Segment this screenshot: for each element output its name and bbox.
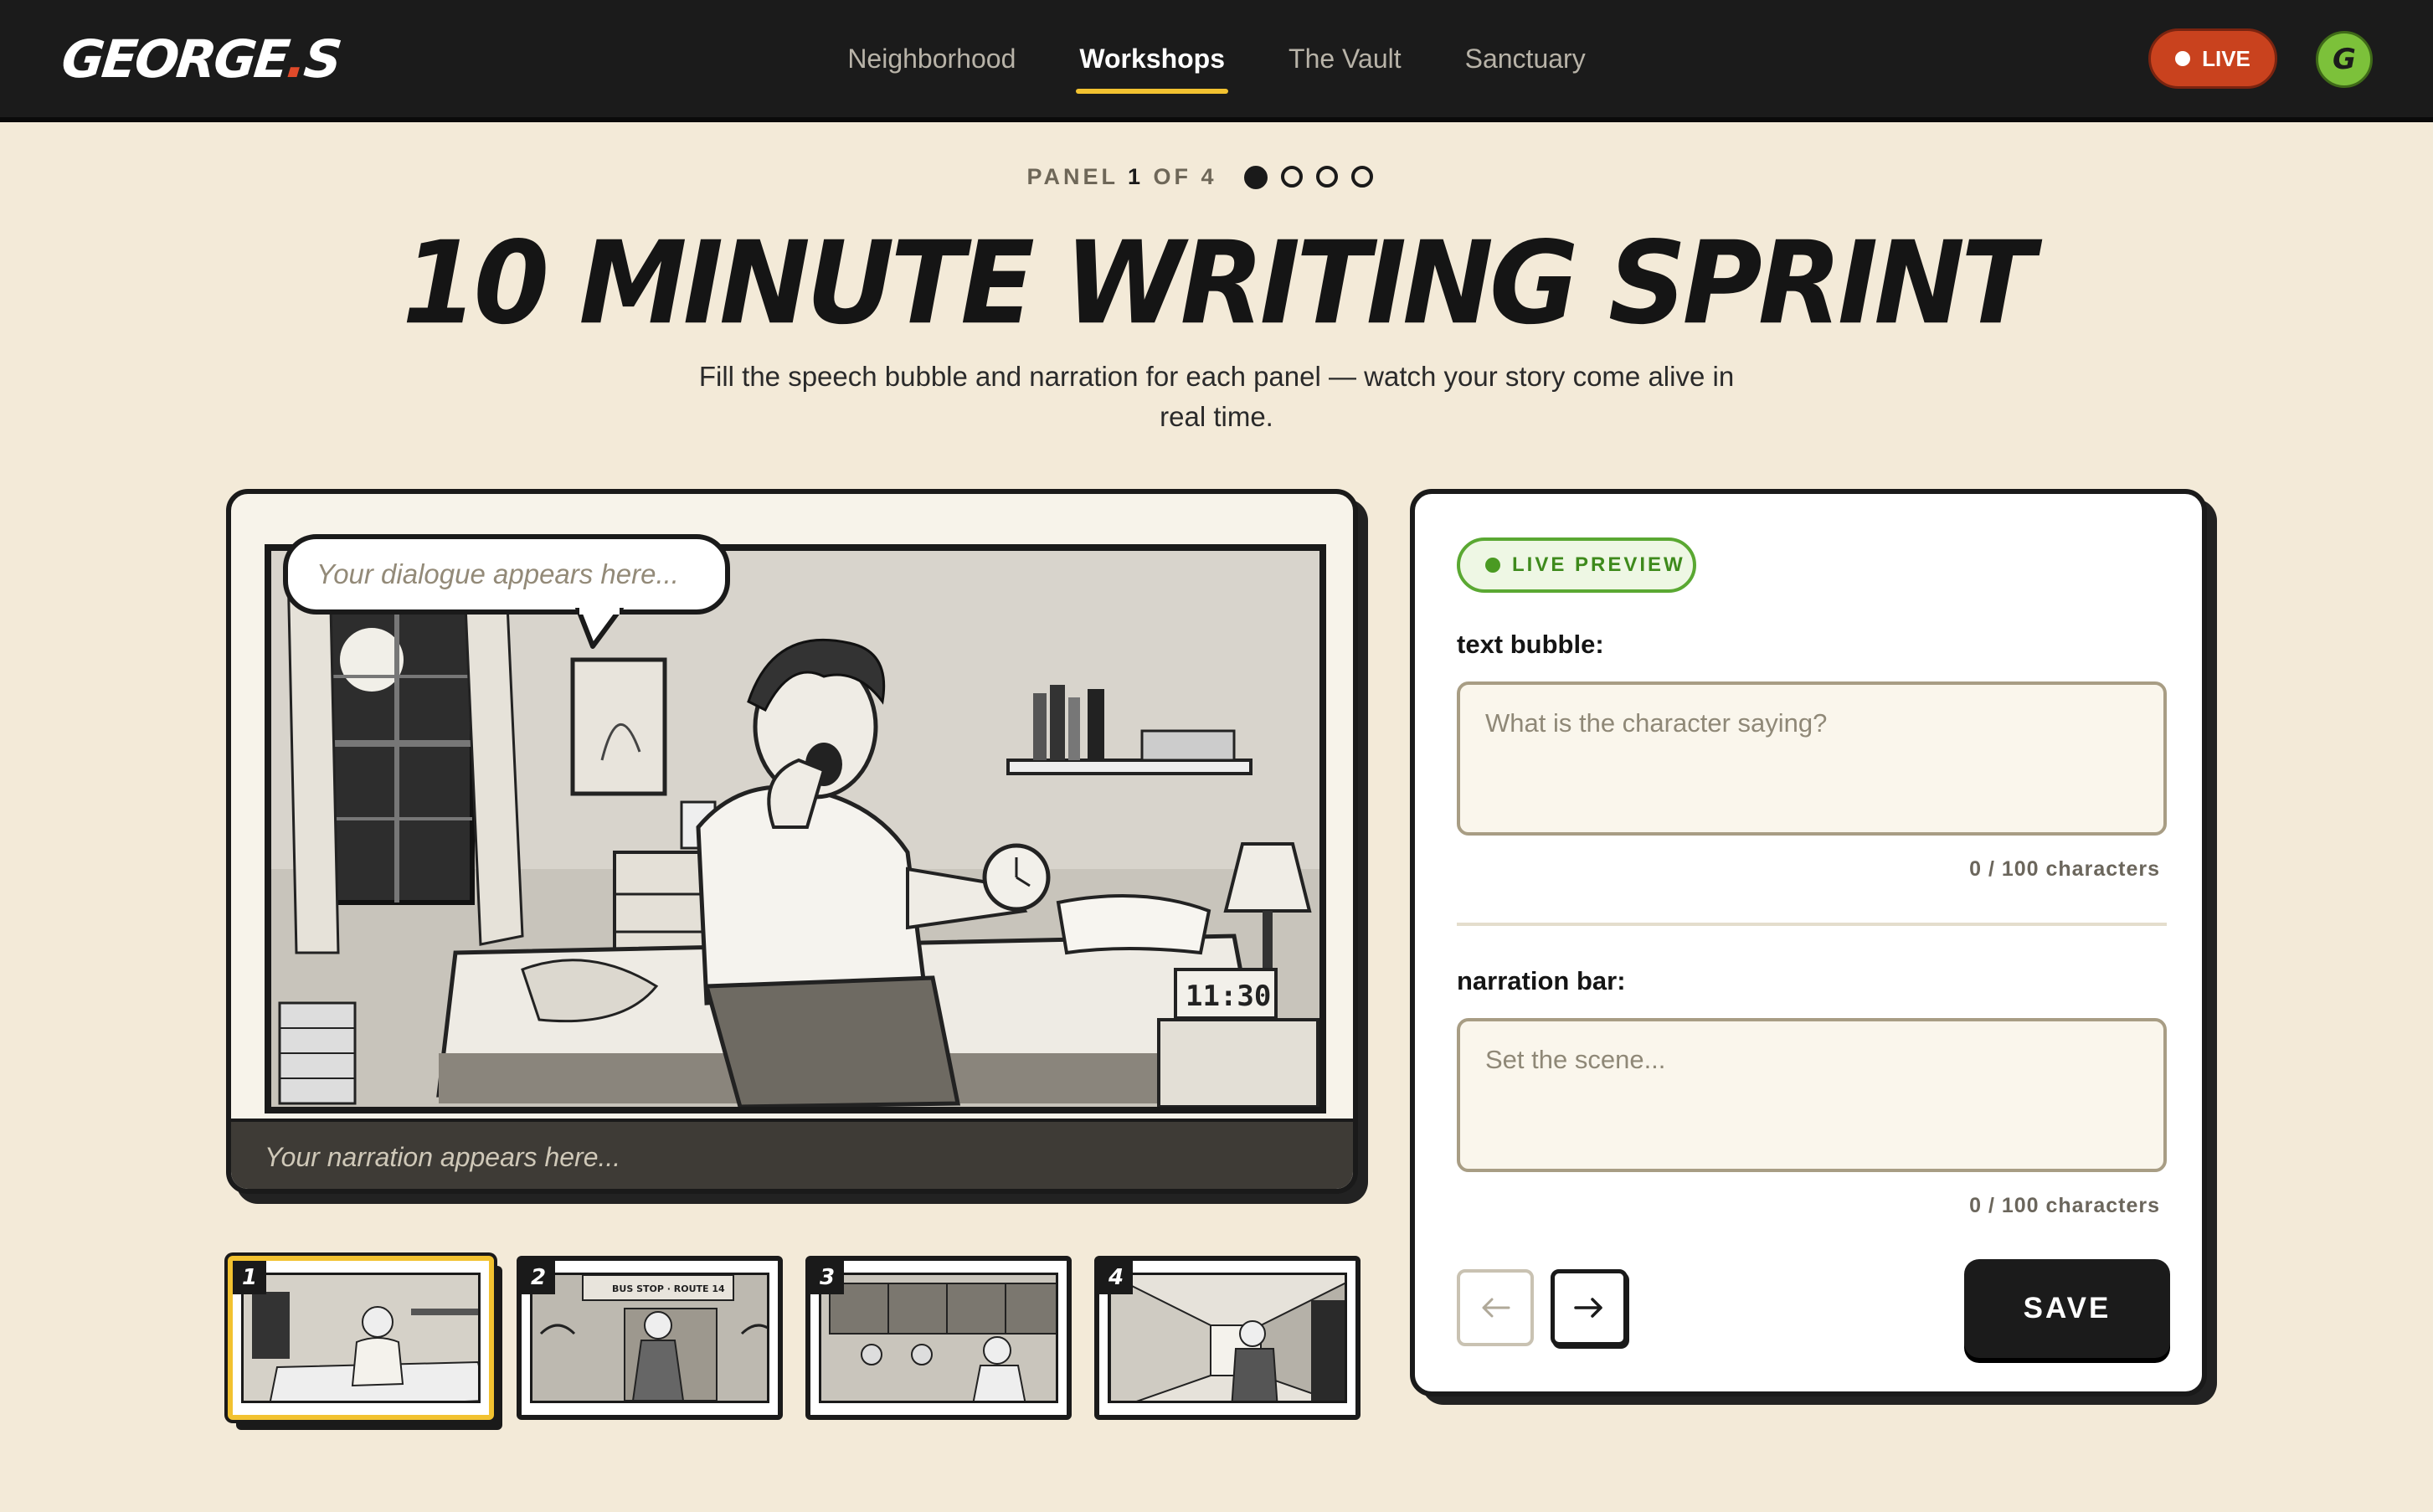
avatar[interactable]: G <box>2316 31 2373 88</box>
main-nav: Neighborhood Workshops The Vault Sanctua… <box>0 0 2433 117</box>
nav-item-the-vault[interactable]: The Vault <box>1289 0 1402 117</box>
nav-item-neighborhood[interactable]: Neighborhood <box>847 0 1016 117</box>
panel-thumbnail-3[interactable]: 3 <box>805 1256 1072 1420</box>
live-preview-badge: LIVE PREVIEW <box>1457 537 1696 593</box>
narration-bar-counter: 0 / 100 characters <box>1969 1194 2160 1217</box>
speech-bubble-tail <box>575 608 624 649</box>
text-bubble-input[interactable]: What is the character saying? <box>1457 681 2167 836</box>
panel-dot-2[interactable] <box>1280 165 1303 188</box>
panel-thumbnail-2[interactable]: 2 BUS STOP · ROUTE 14 <box>517 1256 783 1420</box>
save-button[interactable]: SAVE <box>1964 1259 2170 1358</box>
panel-indicator: PANEL 1 OF 4 <box>0 164 2433 190</box>
alarm-clock-display: 11:30 <box>1186 980 1271 1013</box>
next-panel-button[interactable] <box>1551 1269 1628 1346</box>
panel-counter: PANEL 1 OF 4 <box>1026 164 1217 189</box>
live-dot-icon <box>2175 51 2191 66</box>
bus-stop-sign: BUS STOP · ROUTE 14 <box>612 1283 725 1294</box>
page-subtitle: Fill the speech bubble and narration for… <box>698 361 1735 432</box>
text-bubble-counter: 0 / 100 characters <box>1969 857 2160 881</box>
arrow-left-icon <box>1482 1298 1510 1318</box>
field-divider <box>1457 923 2167 926</box>
panel-dot-1[interactable] <box>1243 165 1268 189</box>
thumbnail-number: 4 <box>1099 1261 1133 1294</box>
preview-card: LIVE PREVIEW text bubble: What is the ch… <box>1410 489 2207 1396</box>
panel-thumbnail-4[interactable]: 4 <box>1094 1256 1361 1420</box>
speech-bubble-text: Your dialogue appears here... <box>316 558 679 589</box>
arrow-right-icon <box>1574 1298 1602 1318</box>
thumbnail-image <box>819 1273 1058 1403</box>
thumbnail-image <box>241 1273 481 1403</box>
previous-panel-button[interactable] <box>1457 1269 1534 1346</box>
thumbnail-image <box>1108 1273 1347 1403</box>
thumbnail-image: BUS STOP · ROUTE 14 <box>530 1273 769 1403</box>
page-title: 10 MINUTE WRITING SPRINT <box>402 216 2035 350</box>
comic-panel: 11:30 Your dialogue appears here... Your… <box>226 489 1358 1194</box>
top-nav-bar: GEORGE.S Neighborhood Workshops The Vaul… <box>0 0 2433 122</box>
comic-scene-image: 11:30 <box>265 544 1326 1113</box>
live-label: LIVE <box>2202 45 2250 71</box>
narration-bar-input[interactable]: Set the scene... <box>1457 1018 2167 1172</box>
nav-item-workshops[interactable]: Workshops <box>1076 0 1228 117</box>
text-bubble-label: text bubble: <box>1457 630 1604 659</box>
thumbnail-number: 2 <box>522 1261 555 1294</box>
live-preview-dot-icon <box>1485 558 1500 573</box>
thumbnail-number: 3 <box>810 1261 844 1294</box>
panel-thumbnail-1[interactable]: 1 <box>228 1256 494 1420</box>
nav-item-sanctuary[interactable]: Sanctuary <box>1465 0 1586 117</box>
narration-text: Your narration appears here... <box>265 1142 621 1172</box>
panel-dot-3[interactable] <box>1315 165 1338 188</box>
narration-bar-label: narration bar: <box>1457 966 1626 995</box>
panel-dot-4[interactable] <box>1350 165 1373 188</box>
narration-bar: Your narration appears here... <box>231 1119 1353 1189</box>
thumbnail-number: 1 <box>233 1261 266 1294</box>
live-button[interactable]: LIVE <box>2148 28 2277 89</box>
speech-bubble: Your dialogue appears here... <box>283 534 730 615</box>
panel-dots <box>1243 165 1373 189</box>
